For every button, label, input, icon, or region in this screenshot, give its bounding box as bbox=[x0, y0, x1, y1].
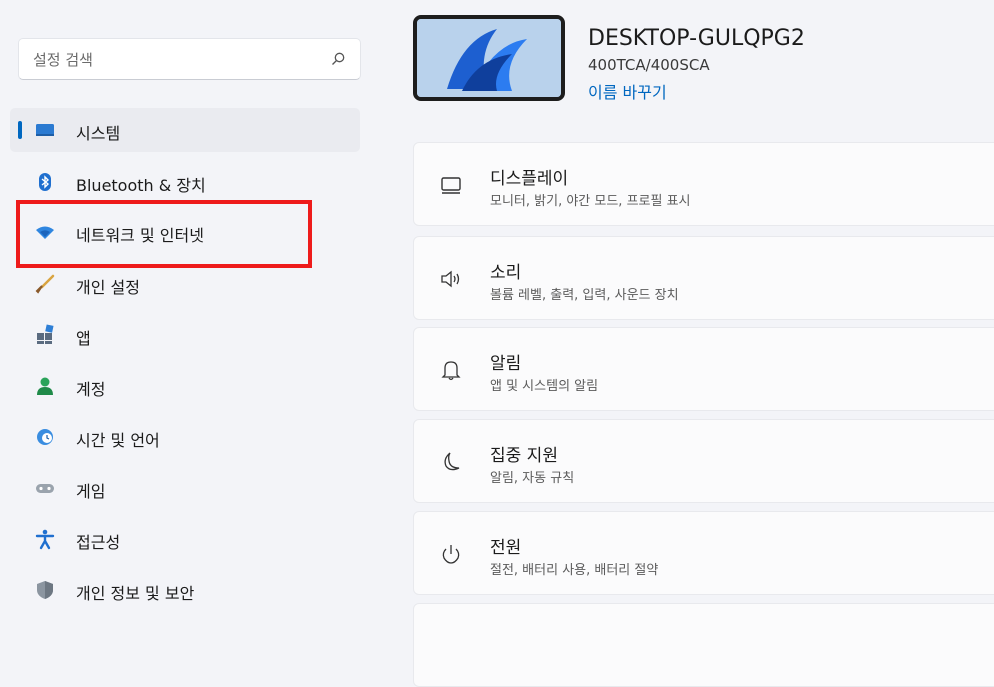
bluetooth-icon bbox=[34, 171, 56, 193]
card-notifications[interactable]: 알림 앱 및 시스템의 알림 bbox=[413, 327, 994, 411]
sidebar-item-label: 시간 및 언어 bbox=[76, 431, 160, 450]
sidebar: 시스템 Bluetooth & 장치 네트워크 및 인터넷 개인 설정 앱 계정 bbox=[0, 0, 372, 609]
card-description: 볼륨 레벨, 출력, 입력, 사운드 장치 bbox=[490, 288, 679, 303]
monitor-icon bbox=[34, 119, 56, 141]
card-title: 소리 bbox=[490, 263, 522, 283]
card-description: 알림, 자동 규칙 bbox=[490, 471, 575, 486]
card-title: 디스플레이 bbox=[490, 169, 569, 189]
sidebar-item-accounts[interactable]: 계정 bbox=[10, 364, 360, 408]
card-focus-assist[interactable]: 집중 지원 알림, 자동 규칙 bbox=[413, 419, 994, 503]
bell-icon bbox=[438, 357, 464, 383]
card-next-partial[interactable] bbox=[413, 603, 994, 687]
sidebar-item-label: 게임 bbox=[76, 482, 106, 501]
sidebar-item-label: 개인 설정 bbox=[76, 278, 140, 297]
search-icon[interactable] bbox=[330, 51, 346, 67]
card-title: 알림 bbox=[490, 354, 522, 374]
sidebar-item-gaming[interactable]: 게임 bbox=[10, 466, 360, 510]
person-icon bbox=[34, 375, 56, 397]
rename-link[interactable]: 이름 바꾸기 bbox=[588, 79, 667, 103]
sidebar-item-label: 앱 bbox=[76, 329, 91, 348]
sidebar-item-system[interactable]: 시스템 bbox=[10, 108, 360, 152]
sidebar-item-label: Bluetooth & 장치 bbox=[76, 176, 206, 195]
moon-icon bbox=[438, 449, 464, 475]
sidebar-item-label: 계정 bbox=[76, 380, 106, 399]
card-power[interactable]: 전원 절전, 배터리 사용, 배터리 절약 bbox=[413, 511, 994, 595]
selected-indicator bbox=[18, 121, 22, 139]
card-description: 모니터, 밝기, 야간 모드, 프로필 표시 bbox=[490, 194, 691, 209]
apps-icon bbox=[34, 324, 56, 346]
sidebar-item-personalization[interactable]: 개인 설정 bbox=[10, 262, 360, 306]
card-description: 절전, 배터리 사용, 배터리 절약 bbox=[490, 563, 659, 578]
sidebar-item-label: 시스템 bbox=[76, 124, 121, 143]
sidebar-item-label: 접근성 bbox=[76, 533, 121, 552]
search-box[interactable] bbox=[18, 38, 361, 81]
sidebar-item-bluetooth[interactable]: Bluetooth & 장치 bbox=[10, 160, 360, 204]
device-name: DESKTOP-GULQPG2 bbox=[588, 26, 805, 51]
card-description: 앱 및 시스템의 알림 bbox=[490, 379, 599, 394]
sidebar-item-apps[interactable]: 앱 bbox=[10, 313, 360, 357]
gamepad-icon bbox=[34, 477, 56, 499]
card-title: 전원 bbox=[490, 538, 522, 558]
globe-clock-icon bbox=[34, 426, 56, 448]
sidebar-item-accessibility[interactable]: 접근성 bbox=[10, 517, 360, 561]
search-input[interactable] bbox=[31, 39, 325, 81]
speaker-icon bbox=[438, 266, 464, 292]
sidebar-item-time-language[interactable]: 시간 및 언어 bbox=[10, 415, 360, 459]
display-icon bbox=[438, 172, 464, 198]
card-title: 집중 지원 bbox=[490, 446, 558, 466]
sidebar-item-label: 개인 정보 및 보안 bbox=[76, 584, 195, 603]
card-display[interactable]: 디스플레이 모니터, 밝기, 야간 모드, 프로필 표시 bbox=[413, 142, 994, 226]
brush-icon bbox=[34, 273, 56, 295]
shield-icon bbox=[34, 579, 56, 601]
card-sound[interactable]: 소리 볼륨 레벨, 출력, 입력, 사운드 장치 bbox=[413, 236, 994, 320]
sidebar-item-privacy-security[interactable]: 개인 정보 및 보안 bbox=[10, 568, 360, 612]
device-wallpaper-thumbnail bbox=[413, 15, 565, 101]
highlight-annotation-box bbox=[16, 200, 312, 268]
power-icon bbox=[438, 541, 464, 567]
accessibility-icon bbox=[34, 528, 56, 550]
device-model: 400TCA/400SCA bbox=[588, 56, 710, 74]
